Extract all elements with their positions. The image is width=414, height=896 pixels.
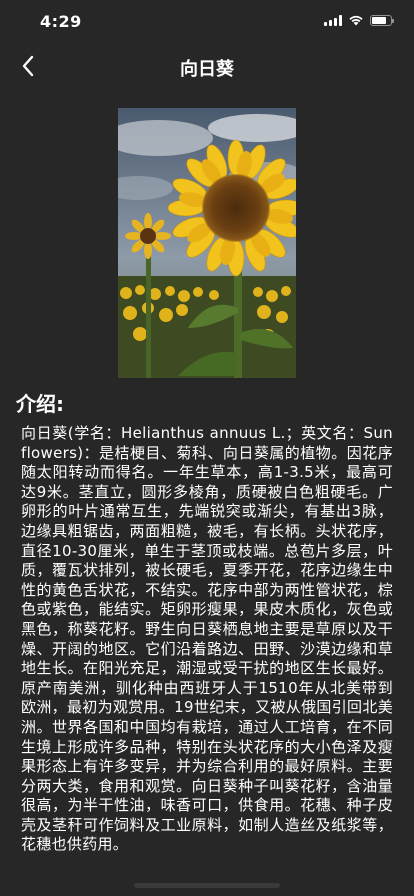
article-body: 向日葵(学名：Helianthus annuus L.；英文名：Sunflowe…	[21, 424, 393, 854]
sunflower-photo	[118, 108, 296, 378]
section-heading: 介绍:	[16, 392, 64, 416]
wifi-icon	[349, 15, 363, 26]
cellular-signal-icon	[324, 14, 342, 26]
status-time: 4:29	[40, 12, 82, 31]
battery-level	[372, 16, 386, 24]
navigation-bar: 向日葵	[0, 44, 414, 88]
page-title: 向日葵	[180, 59, 234, 80]
status-icons	[324, 14, 394, 26]
battery-icon	[370, 14, 394, 26]
status-bar: 4:29	[0, 0, 414, 44]
home-indicator[interactable]	[134, 883, 280, 888]
